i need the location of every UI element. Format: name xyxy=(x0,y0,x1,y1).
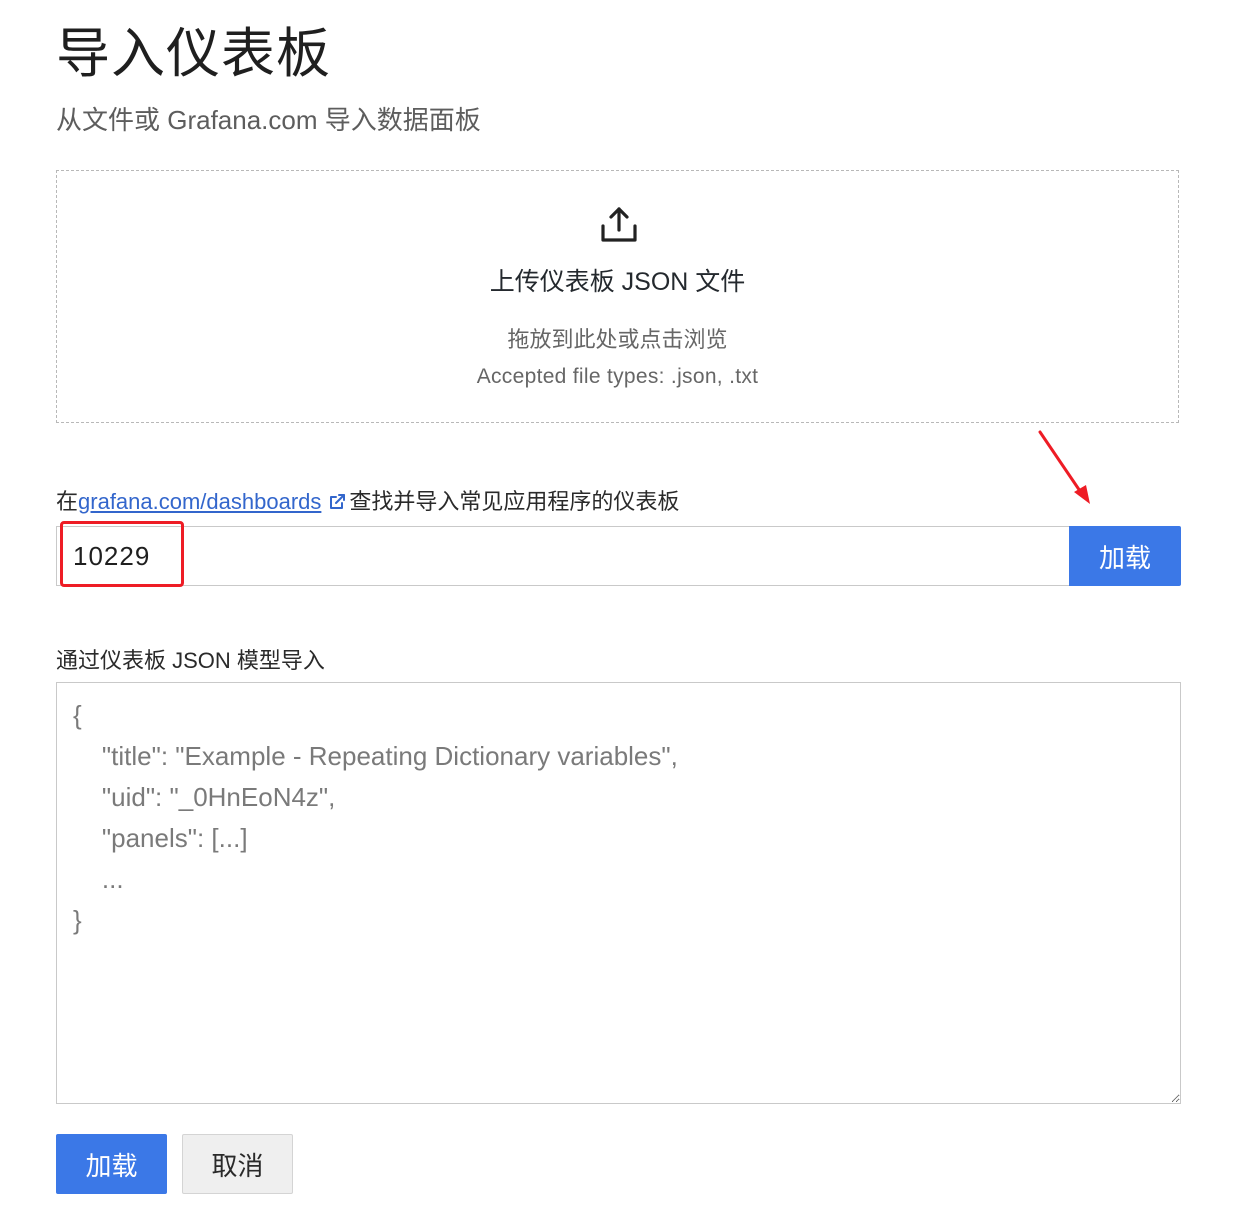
json-model-label: 通过仪表板 JSON 模型导入 xyxy=(56,648,325,673)
page-subtitle: 从文件或 Grafana.com 导入数据面板 xyxy=(56,105,481,135)
grafana-com-label-suffix: 查找并导入常见应用程序的仪表板 xyxy=(349,489,680,514)
grafana-com-label: 在grafana.com/dashboards 查找并导入常见应用程序的仪表板 xyxy=(56,486,679,518)
grafana-com-dashboards-link[interactable]: grafana.com/dashboards xyxy=(78,489,321,514)
upload-hint: 拖放到此处或点击浏览 xyxy=(507,327,728,352)
external-link-icon[interactable] xyxy=(327,492,347,512)
import-dashboard-page: 导入仪表板 从文件或 Grafana.com 导入数据面板 上传仪表板 JSON… xyxy=(0,0,1246,1221)
upload-icon xyxy=(601,207,637,242)
json-model-textarea[interactable] xyxy=(56,682,1181,1104)
file-upload-dropzone[interactable]: 上传仪表板 JSON 文件 拖放到此处或点击浏览 Accepted file t… xyxy=(56,170,1179,423)
upload-title: 上传仪表板 JSON 文件 xyxy=(489,268,746,296)
annotation-arrow-icon xyxy=(1038,430,1090,504)
accepted-file-types: Accepted file types: .json, .txt xyxy=(476,365,759,388)
page-title: 导入仪表板 xyxy=(56,24,331,84)
cancel-button[interactable]: 取消 xyxy=(182,1134,293,1194)
load-button[interactable]: 加载 xyxy=(56,1134,167,1194)
grafana-com-load-button[interactable]: 加载 xyxy=(1069,526,1181,586)
grafana-com-label-prefix: 在 xyxy=(56,489,79,514)
grafana-com-id-input[interactable] xyxy=(56,526,1070,586)
